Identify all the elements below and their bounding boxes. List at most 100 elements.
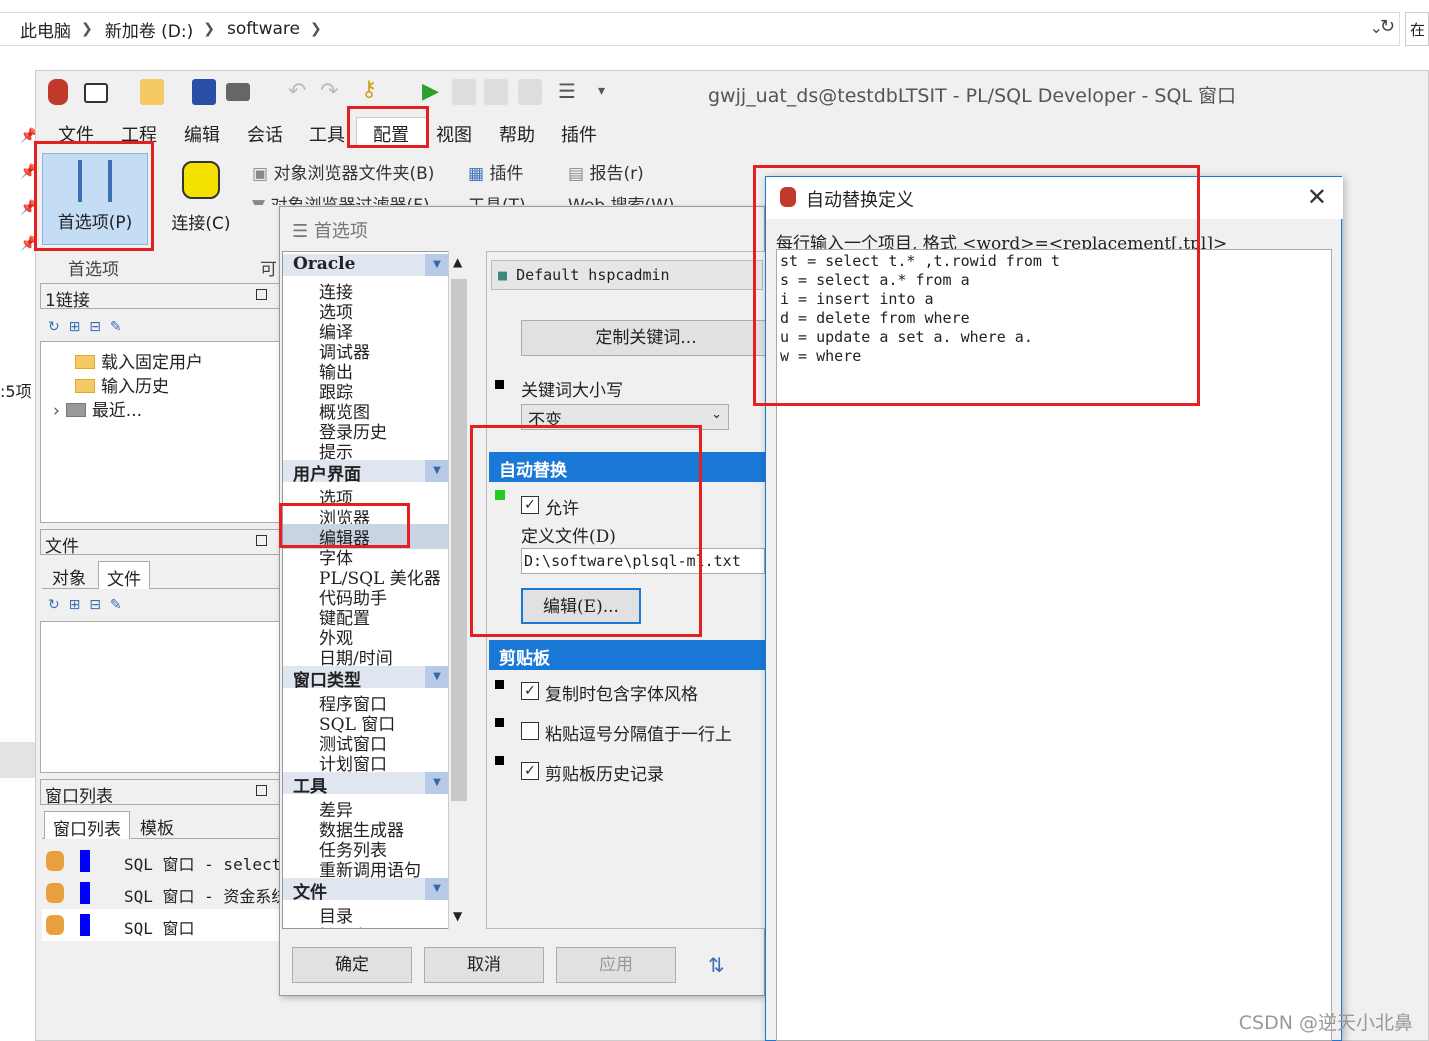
expand-icon[interactable]: ⊞ [69, 319, 81, 335]
web-search-button[interactable]: Web 搜索(W) [568, 191, 675, 205]
list-item[interactable]: SQL 窗口 - select [46, 847, 281, 877]
obj-browser-folders-button[interactable]: ▣ 对象浏览器文件夹(B) [252, 159, 434, 184]
breadcrumb[interactable]: 此电脑 ❯ 新加卷 (D:) ❯ software ❯ [0, 12, 1400, 46]
import-export-icon[interactable]: ⇅ [708, 953, 725, 977]
rollback-icon[interactable] [518, 79, 542, 105]
open-folder-icon[interactable] [140, 79, 164, 105]
preferences-button[interactable]: 首选项(P) [42, 153, 148, 245]
chevron-up-icon[interactable]: ▲ [453, 255, 462, 269]
reports-button[interactable]: ▤ 报告(r) [568, 159, 644, 184]
nav-group-header[interactable]: 用户界面 ▼ [283, 460, 449, 485]
nav-group-header[interactable]: 窗口类型 ▼ [283, 666, 449, 691]
key-icon[interactable]: ⚷ [361, 77, 377, 102]
files-tabs: 对象 文件 [42, 561, 280, 590]
connect-button[interactable]: 连接(C) [160, 153, 242, 245]
new-window-icon[interactable] [84, 83, 108, 103]
maximize-icon[interactable] [256, 535, 267, 546]
definition-file-input[interactable]: D:\software\plsql-ml.txt [521, 548, 765, 574]
ok-button[interactable]: 确定 [292, 947, 412, 983]
stop-icon[interactable] [452, 79, 476, 105]
paste-csv-checkbox[interactable] [521, 722, 539, 740]
apply-button[interactable]: 应用 [556, 947, 676, 983]
nav-group-header[interactable]: Oracle ▼ [283, 254, 449, 276]
list-item[interactable]: SQL 窗口 - 资金系统 [46, 879, 280, 909]
menu-help[interactable]: 帮助 [499, 121, 535, 147]
menu-edit[interactable]: 编辑 [184, 121, 220, 147]
obj-browser-filters-button[interactable]: ▼ 对象浏览器过滤器(F) [252, 191, 430, 205]
breadcrumb-this-pc[interactable]: 此电脑 [20, 17, 71, 42]
undo-icon[interactable]: ↶ [288, 79, 306, 104]
settings-icon[interactable]: ✎ [110, 319, 122, 335]
tree-item-fixed-users[interactable]: 载入固定用户 [75, 348, 203, 373]
refresh-icon[interactable]: ↻ [48, 319, 60, 335]
search-box[interactable]: 在 [1405, 12, 1429, 46]
title-bar: 自动替换定义 ✕ [766, 177, 1343, 219]
execute-icon[interactable]: ▶ [422, 79, 439, 104]
expand-icon[interactable]: ⊞ [69, 597, 81, 613]
refresh-icon[interactable]: ↻ [48, 597, 60, 613]
collapse-icon[interactable]: ⊟ [89, 319, 101, 335]
maximize-icon[interactable] [256, 785, 267, 796]
print-icon[interactable] [226, 83, 250, 101]
sql-window-icon [46, 851, 64, 871]
preferences-nav-list[interactable]: Oracle ▼ 连接 选项 编译 调试器 输出 跟踪 概览图 登录历史 提示 用户界面 ▼ 选项 浏览器编… [282, 251, 470, 929]
autoreplace-enable-checkbox[interactable]: ✓ [521, 496, 539, 514]
autoreplace-editor[interactable]: st = select t.* ,t.rowid from ts = selec… [776, 249, 1332, 1041]
chevron-down-icon[interactable]: ▼ [425, 666, 449, 688]
copy-font-style-checkbox[interactable]: ✓ [521, 682, 539, 700]
chevron-down-icon[interactable]: ▼ [425, 878, 449, 900]
chevron-down-icon[interactable]: ▾ [598, 83, 605, 99]
menu-bar: 文件 工程 编辑 会话 工具 配置 视图 帮助 插件 [36, 117, 1429, 147]
maximize-icon[interactable] [256, 289, 267, 300]
database-icon[interactable] [48, 79, 68, 105]
sliders-icon[interactable]: ☰ [558, 79, 576, 103]
breadcrumb-software[interactable]: software [227, 19, 300, 39]
scrollbar[interactable]: ▲ ▼ [448, 251, 470, 929]
profile-selector[interactable]: ■ Default hspcadmin [491, 260, 763, 290]
tab-files[interactable]: 文件 [98, 561, 150, 590]
tree-item-recent[interactable]: › 最近... [53, 396, 142, 421]
keyword-case-select[interactable]: 不变 ⌄ [521, 404, 729, 431]
chevron-right-icon: › [53, 401, 60, 421]
scrollbar-thumb[interactable] [451, 279, 467, 801]
nav-item[interactable]: 扩展名 [319, 922, 370, 928]
chevron-down-icon[interactable]: ▼ [425, 254, 449, 276]
edit-button[interactable]: 编辑(E)... [521, 588, 641, 624]
list-item-selected[interactable]: SQL 窗口 [42, 909, 280, 941]
chevron-down-icon[interactable]: ▼ [425, 460, 449, 482]
close-icon[interactable]: ✕ [1307, 183, 1327, 211]
menu-view[interactable]: 视图 [436, 121, 472, 147]
menu-tools[interactable]: 工具 [309, 121, 345, 147]
collapse-icon[interactable]: ⊟ [89, 597, 101, 613]
plugins-button[interactable]: ▦ 插件 [468, 159, 523, 184]
tab-window-list[interactable]: 窗口列表 [44, 811, 130, 840]
menu-file[interactable]: 文件 [58, 121, 94, 147]
tab-objects[interactable]: 对象 [52, 564, 86, 589]
save-icon[interactable] [192, 79, 216, 105]
definition-file-label: 定义文件(D) [521, 527, 616, 547]
menu-plugins[interactable]: 插件 [561, 121, 597, 147]
redo-icon[interactable]: ↷ [320, 79, 338, 104]
nav-group-header[interactable]: 工具 ▼ [283, 772, 449, 797]
breadcrumb-drive-d[interactable]: 新加卷 (D:) [105, 17, 194, 42]
nav-item-selected[interactable]: 编辑器 [283, 524, 449, 549]
clipboard-history-checkbox[interactable]: ✓ [521, 762, 539, 780]
menu-configure[interactable]: 配置 [356, 117, 428, 147]
menu-session[interactable]: 会话 [247, 121, 283, 147]
refresh-icon[interactable]: ↻ [1380, 16, 1395, 37]
nav-group-header[interactable]: 文件 ▼ [283, 878, 449, 903]
cancel-button[interactable]: 取消 [424, 947, 544, 983]
menu-project[interactable]: 工程 [121, 121, 157, 147]
color-marker [80, 882, 90, 904]
tools-button[interactable]: 工具(T) [468, 191, 526, 205]
define-keywords-button[interactable]: 定制关键词... [521, 320, 771, 356]
window-title: gwjj_uat_ds@testdbLTSIT - PL/SQL Develop… [708, 85, 1237, 107]
tab-templates[interactable]: 模板 [140, 814, 174, 839]
chevron-down-icon[interactable]: ▼ [453, 909, 462, 923]
tree-item-history[interactable]: 输入历史 [75, 372, 169, 397]
commit-icon[interactable] [484, 79, 508, 105]
clipboard-section-header: 剪贴板 [489, 640, 765, 670]
settings-icon[interactable]: ✎ [110, 597, 122, 613]
chevron-down-icon[interactable]: ▼ [425, 772, 449, 794]
dialog-title-text: 首选项 [313, 221, 368, 242]
